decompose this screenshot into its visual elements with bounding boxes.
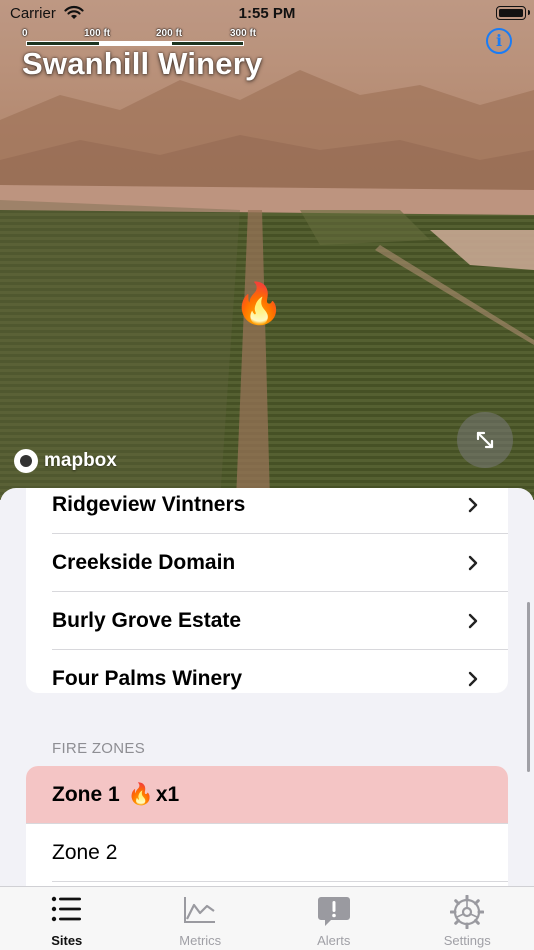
mapbox-logo-icon	[14, 449, 38, 473]
scale-label: 300 ft	[230, 28, 257, 39]
list-item[interactable]: Ridgeview Vintners	[26, 488, 508, 533]
screen: Carrier 1:55 PM 0 100 ft 200 ft 300 ft i…	[0, 0, 534, 950]
expand-icon	[476, 431, 494, 449]
tab-label: Metrics	[179, 933, 222, 948]
scale-label: 100 ft	[84, 28, 111, 39]
mapbox-wordmark: mapbox	[44, 450, 117, 471]
site-name: Burly Grove Estate	[52, 608, 242, 632]
chevron-right-icon	[468, 671, 478, 686]
tab-settings[interactable]: Settings	[401, 887, 534, 950]
scrollbar[interactable]	[527, 602, 530, 772]
scale-label: 200 ft	[156, 28, 183, 39]
fire-icon[interactable]: 🔥	[234, 284, 284, 324]
map-title: Swanhill Winery	[22, 46, 263, 81]
fire-icon: 🔥	[127, 782, 154, 806]
clock: 1:55 PM	[238, 5, 296, 22]
mapbox-attribution[interactable]: mapbox	[14, 449, 117, 473]
scale-label: 0	[22, 28, 28, 39]
list-item[interactable]: Zone 1 🔥 x1	[26, 766, 508, 823]
status-bar: Carrier 1:55 PM	[0, 0, 534, 28]
site-name: Creekside Domain	[52, 550, 236, 574]
info-icon[interactable]: i	[486, 28, 512, 54]
list-icon	[51, 896, 81, 922]
gear-icon	[450, 895, 485, 929]
battery-icon	[496, 6, 530, 20]
zone-fire-count: x1	[155, 782, 180, 806]
chart-icon	[184, 897, 216, 923]
chevron-right-icon	[468, 613, 478, 628]
tab-label: Settings	[443, 933, 491, 948]
list-item[interactable]: Burly Grove Estate	[26, 592, 508, 649]
chevron-right-icon	[468, 555, 478, 570]
expand-map-button[interactable]	[457, 412, 513, 468]
list-item[interactable]: Zone 2	[26, 824, 508, 881]
zone-name: Zone 2	[52, 840, 118, 864]
site-name: Four Palms Winery	[52, 666, 243, 690]
tab-label: Alerts	[317, 933, 351, 948]
tab-metrics[interactable]: Metrics	[134, 887, 268, 950]
list-item[interactable]: Four Palms Winery	[26, 650, 508, 707]
zone-name: Zone 1	[52, 782, 120, 806]
chevron-right-icon	[468, 497, 478, 512]
bottom-sheet[interactable]: Ridgeview Vintners Creekside Domain Burl…	[0, 488, 534, 950]
tab-label: Sites	[51, 933, 83, 948]
sites-list: Ridgeview Vintners Creekside Domain Burl…	[26, 488, 508, 693]
list-item[interactable]: Creekside Domain	[26, 534, 508, 591]
tab-bar: Sites Metrics Alerts Settings	[0, 886, 534, 950]
alert-bubble-icon	[317, 897, 350, 926]
tab-alerts[interactable]: Alerts	[267, 887, 401, 950]
section-header: FIRE ZONES	[52, 740, 146, 757]
divider	[52, 881, 508, 882]
satellite-map[interactable]: Carrier 1:55 PM 0 100 ft 200 ft 300 ft i…	[0, 0, 534, 500]
site-name: Ridgeview Vintners	[52, 492, 246, 516]
tab-sites[interactable]: Sites	[0, 887, 134, 950]
